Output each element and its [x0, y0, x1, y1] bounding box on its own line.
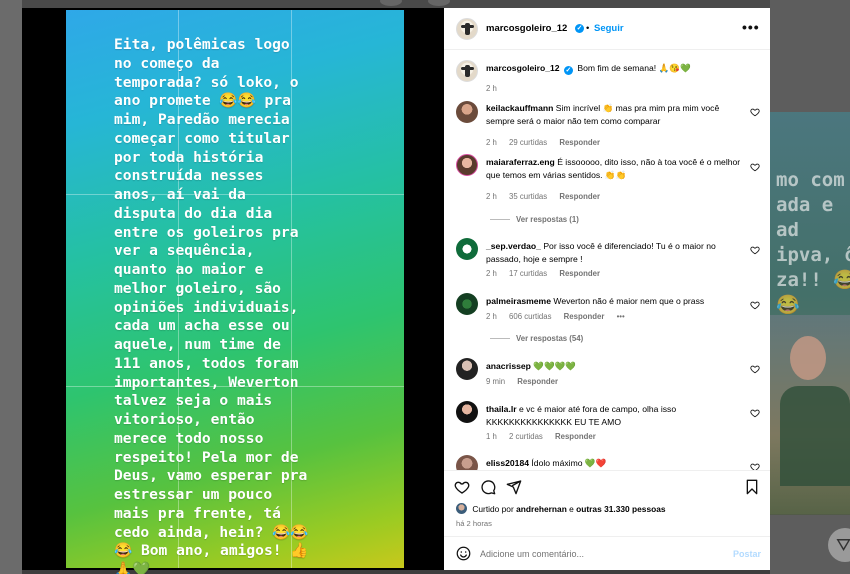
reply-button[interactable]: Responder [559, 138, 600, 147]
comment-icon[interactable] [480, 479, 496, 495]
heart-icon[interactable] [750, 162, 760, 172]
comment-username[interactable]: maiaraferraz.eng [486, 157, 555, 167]
comment-text: _sep.verdao_ Por isso você é diferenciad… [486, 240, 746, 266]
comments-list[interactable]: marcosgoleiro_12 ✓ Bom fim de semana! 🙏😘… [444, 50, 770, 470]
background-photo-head [790, 336, 826, 380]
comment-text: eliss20184 Ídolo máximo 💚❤️ [486, 457, 746, 470]
separator-dot: • [586, 23, 590, 34]
comment-username[interactable]: palmeirasmeme [486, 296, 551, 306]
caption-username[interactable]: marcosgoleiro_12 [486, 63, 560, 73]
avatar[interactable] [456, 358, 478, 380]
comment-meta: 9 min Responder [486, 377, 568, 386]
liked-by-avatar [456, 503, 467, 514]
post-media-panel[interactable]: Eita, polêmicas logo no começo da tempor… [22, 8, 444, 574]
comment-time: 2 h [486, 192, 497, 201]
post-actions: Curtido por andrehernan e outras 31.330 … [444, 470, 770, 530]
follow-button[interactable]: Seguir [594, 23, 624, 34]
post-button[interactable]: Postar [733, 549, 761, 559]
verified-badge-icon: ✓ [575, 24, 584, 33]
avatar[interactable] [456, 18, 478, 40]
comment-likes[interactable]: 606 curtidas [509, 312, 551, 321]
liked-by-username[interactable]: andrehernan [516, 504, 567, 514]
comment-username[interactable]: thaila.lr [486, 404, 517, 414]
more-options-icon[interactable]: ••• [742, 19, 760, 35]
comment-input[interactable] [480, 545, 720, 563]
comment-body: Weverton não é maior nem que o prass [553, 296, 705, 306]
save-bookmark-icon[interactable] [744, 479, 760, 495]
comment-username[interactable]: eliss20184 [486, 458, 529, 468]
caption: marcosgoleiro_12 ✓ Bom fim de semana! 🙏😘… [486, 62, 746, 75]
comment-likes[interactable]: 17 curtidas [509, 269, 547, 278]
background-page-left [0, 0, 22, 574]
reply-button[interactable]: Responder [564, 312, 605, 321]
heart-icon[interactable] [750, 245, 760, 255]
likes-count[interactable]: outras 31.330 pessoas [576, 504, 665, 514]
reply-button[interactable]: Responder [559, 192, 600, 201]
comment-meta: 2 h 29 curtidas Responder [486, 138, 610, 147]
liked-by-prefix: Curtido por [472, 504, 514, 514]
comment-text: anacrissep 💚💚💚💚 [486, 360, 746, 373]
comment-meta: 2 h 35 curtidas Responder [486, 192, 610, 201]
avatar[interactable] [456, 60, 478, 82]
share-icon[interactable] [506, 479, 522, 495]
heart-icon[interactable] [750, 364, 760, 374]
comment-meta: 2 h 17 curtidas Responder [486, 269, 610, 278]
reply-button[interactable]: Responder [517, 377, 558, 386]
avatar[interactable] [456, 154, 478, 176]
comment-time: 9 min [486, 377, 506, 386]
image-text: Eita, polêmicas logo no começo da tempor… [114, 36, 309, 574]
post-header: marcosgoleiro_12 ✓ • Seguir ••• [444, 8, 770, 50]
header-username[interactable]: marcosgoleiro_12 [486, 23, 567, 34]
comment-text: palmeirasmeme Weverton não é maior nem q… [486, 295, 746, 308]
comment-text: thaila.lr e vc é maior até fora de campo… [486, 403, 746, 429]
comment-more-icon[interactable]: ••• [617, 312, 625, 321]
comment-text: keilackauffmann Sim incrível 👏 mas pra m… [486, 102, 746, 128]
heart-icon[interactable] [750, 462, 760, 470]
post-details-panel: marcosgoleiro_12 ✓ • Seguir ••• marcosgo… [444, 8, 770, 570]
view-replies-button[interactable]: Ver respostas (54) [490, 334, 583, 343]
comment-body: 💚💚💚💚 [533, 361, 577, 371]
comment-time: 2 h [486, 269, 497, 278]
comment-likes[interactable]: 29 curtidas [509, 138, 547, 147]
verified-badge-icon: ✓ [563, 66, 573, 75]
avatar[interactable] [456, 455, 478, 470]
post-timestamp[interactable]: há 2 horas [456, 519, 492, 528]
background-post-text: mo com ada e ad ipva, ô za!! 😂😂 [776, 169, 850, 316]
liked-by: Curtido por andrehernan e outras 31.330 … [456, 503, 666, 514]
comment-likes[interactable]: 2 curtidas [509, 432, 543, 441]
avatar[interactable] [456, 293, 478, 315]
comment-text: maiaraferraz.eng É issooooo, dito isso, … [486, 156, 746, 182]
caption-time: 2 h [486, 84, 497, 93]
comment-time: 2 h [486, 312, 497, 321]
avatar[interactable] [456, 101, 478, 123]
avatar[interactable] [456, 238, 478, 260]
caption-text: Bom fim de semana! 🙏😘💚 [577, 63, 691, 73]
comment-meta: 2 h 606 curtidas Responder ••• [486, 312, 635, 321]
comment-username[interactable]: keilackauffmann [486, 103, 553, 113]
emoji-icon[interactable] [456, 546, 471, 561]
heart-icon[interactable] [750, 300, 760, 310]
comment-body: Ídolo máximo 💚❤️ [531, 458, 607, 468]
reply-button[interactable]: Responder [555, 432, 596, 441]
comment-username[interactable]: anacrissep [486, 361, 531, 371]
comment-box: Postar [444, 536, 770, 570]
caption-meta: 2 h [486, 84, 507, 93]
comment-meta: 1 h 2 curtidas Responder [486, 432, 606, 441]
comment-time: 1 h [486, 432, 497, 441]
background-photo-shirt [780, 386, 850, 486]
heart-icon[interactable] [750, 107, 760, 117]
heart-icon[interactable] [750, 408, 760, 418]
liked-by-connector: e [569, 504, 574, 514]
view-replies-button[interactable]: Ver respostas (1) [490, 215, 579, 224]
comment-likes[interactable]: 35 curtidas [509, 192, 547, 201]
like-heart-icon[interactable] [454, 479, 470, 495]
comment-time: 2 h [486, 138, 497, 147]
comment-username[interactable]: _sep.verdao_ [486, 241, 541, 251]
reply-button[interactable]: Responder [559, 269, 600, 278]
avatar[interactable] [456, 401, 478, 423]
